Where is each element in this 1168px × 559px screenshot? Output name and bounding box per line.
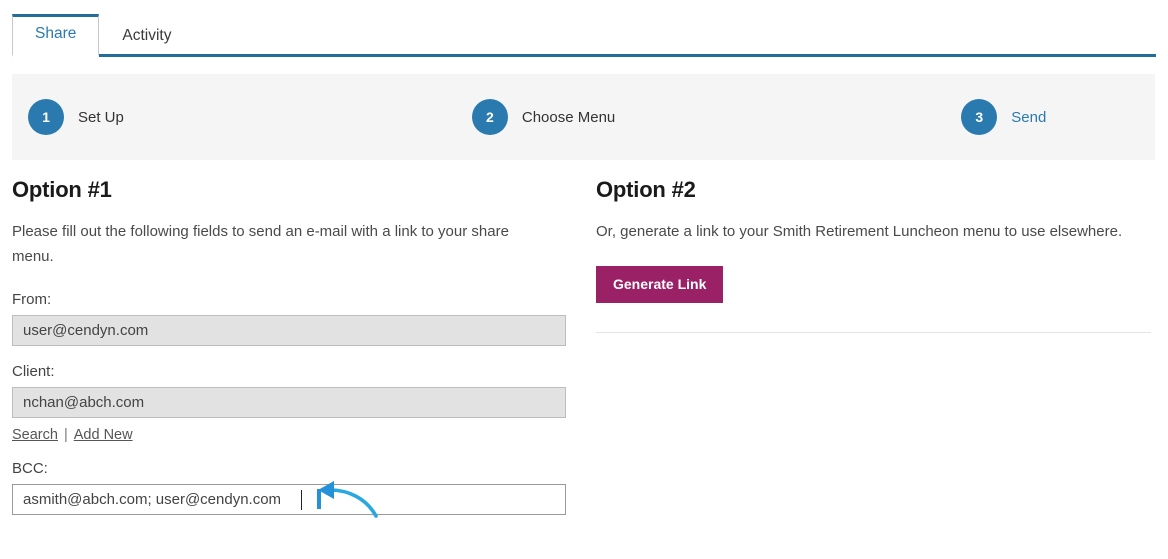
option-1-panel: Option #1 Please fill out the following … <box>12 177 596 532</box>
tab-share-label: Share <box>35 25 77 42</box>
step-label-set-up: Set Up <box>78 108 124 126</box>
generate-link-button[interactable]: Generate Link <box>596 266 724 303</box>
tab-activity[interactable]: Activity <box>99 16 194 57</box>
client-label: Client: <box>12 363 55 380</box>
from-input[interactable] <box>12 315 566 346</box>
client-add-new-link[interactable]: Add New <box>74 427 133 443</box>
from-field-group: From: <box>12 291 596 346</box>
option-1-title: Option #1 <box>12 177 112 202</box>
client-search-link[interactable]: Search <box>12 427 58 443</box>
tab-share[interactable]: Share <box>12 14 100 57</box>
content-columns: Option #1 Please fill out the following … <box>0 177 1168 532</box>
step-item-set-up[interactable]: 1 Set Up <box>28 99 124 135</box>
bcc-field-group: BCC: <box>12 460 596 518</box>
client-field-group: Client: Search | Add New <box>12 363 596 443</box>
client-links: Search | Add New <box>12 427 596 443</box>
text-cursor-caret <box>301 490 302 510</box>
step-item-choose-menu[interactable]: 2 Choose Menu <box>471 99 616 135</box>
tab-activity-label: Activity <box>122 27 172 44</box>
step-label-choose-menu: Choose Menu <box>521 108 616 126</box>
step-number-badge-3: 3 <box>961 99 998 135</box>
option-2-title: Option #2 <box>596 177 696 202</box>
client-links-separator: | <box>63 427 68 443</box>
option-1-description: Please fill out the following fields to … <box>12 223 509 265</box>
step-item-send[interactable]: 3 Send <box>961 99 1046 135</box>
option-2-panel: Option #2 Or, generate a link to your Sm… <box>596 177 1156 532</box>
bcc-label: BCC: <box>12 460 48 477</box>
step-indicator-bar: 1 Set Up 2 Choose Menu 3 Send <box>12 74 1155 160</box>
tab-list: Share Activity <box>12 0 194 57</box>
step-number-badge-2: 2 <box>471 99 508 135</box>
tab-strip: Share Activity <box>12 0 1156 57</box>
bcc-input[interactable] <box>12 484 566 515</box>
option-2-description: Or, generate a link to your Smith Retire… <box>596 223 1123 240</box>
step-label-send[interactable]: Send <box>1011 109 1046 126</box>
step-number-badge-1: 1 <box>28 99 64 135</box>
bcc-input-wrapper <box>12 481 596 518</box>
client-input[interactable] <box>12 387 566 418</box>
option-2-divider <box>596 332 1151 333</box>
from-label: From: <box>12 291 52 308</box>
